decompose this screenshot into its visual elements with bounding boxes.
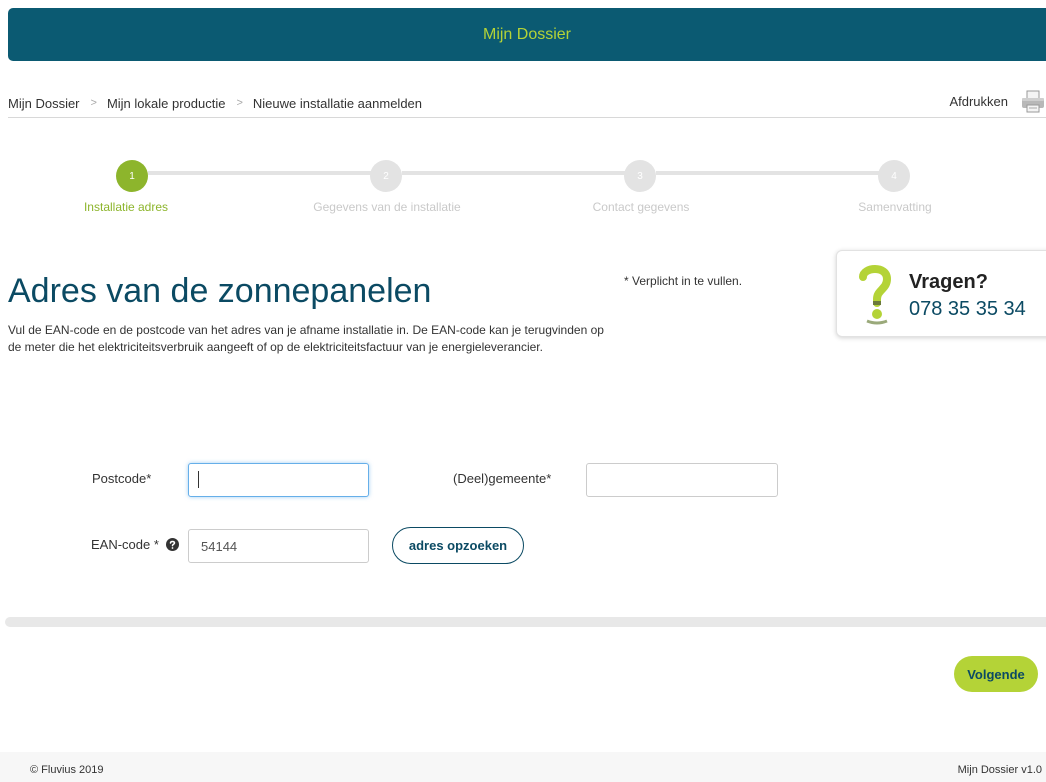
top-bar: Mijn Dossier [8,8,1046,61]
help-title: Vragen? [909,271,988,293]
breadcrumb-item-current: Nieuwe installatie aanmelden [252,95,423,111]
help-card: Vragen? 078 35 35 34 [836,250,1046,337]
help-phone[interactable]: 078 35 35 34 [909,298,1026,321]
breadcrumb-item-mijn-dossier[interactable]: Mijn Dossier [8,96,80,111]
question-mark-icon [859,265,892,325]
question-circle-icon[interactable] [165,538,179,551]
footer-copyright: © Fluvius 2019 [30,764,104,776]
step-2-circle: 2 [370,160,402,192]
step-1-circle: 1 [116,160,148,192]
step-1-label: Installatie adres [83,200,169,214]
page-title: Adres van de zonnepanelen [8,272,432,310]
printer-icon[interactable] [1020,88,1046,114]
gemeente-input[interactable] [586,463,778,497]
chevron-right-icon: > [90,97,97,109]
print-label[interactable]: Afdrukken [949,94,1008,109]
ean-label-group: EAN-code * [91,537,179,552]
stepper-connector [148,171,386,175]
footer-version: Mijn Dossier v1.0 [957,764,1042,776]
footer: © Fluvius 2019 Mijn Dossier v1.0 [0,752,1046,782]
app-title: Mijn Dossier [482,25,571,43]
step-2-label: Gegevens van de installatie [313,200,461,214]
gemeente-label: (Deel)gemeente* [453,471,552,486]
ean-label: EAN-code * [91,537,159,552]
breadcrumb-divider [8,117,1046,118]
step-3-label: Contact gegevens [592,200,690,214]
stepper-connector [402,171,640,175]
stepper-connector [656,171,894,175]
section-divider [5,617,1046,627]
chevron-right-icon: > [236,97,243,109]
step-4-circle: 4 [878,160,910,192]
postcode-input[interactable] [188,463,369,497]
step-3-circle: 3 [624,160,656,192]
address-lookup-button[interactable]: adres opzoeken [392,527,524,564]
ean-input[interactable] [188,529,369,563]
intro-text: Vul de EAN-code en de postcode van het a… [8,323,604,354]
step-4-label: Samenvatting [858,200,932,214]
text-caret [198,471,199,488]
print-control[interactable]: Afdrukken [949,88,1046,114]
next-button[interactable]: Volgende [954,656,1038,692]
required-note: * Verplicht in te vullen. [624,274,743,288]
postcode-label: Postcode* [92,471,152,486]
breadcrumb: Mijn Dossier > Mijn lokale productie > N… [8,94,422,112]
breadcrumb-item-lokale-productie[interactable]: Mijn lokale productie [107,96,226,111]
